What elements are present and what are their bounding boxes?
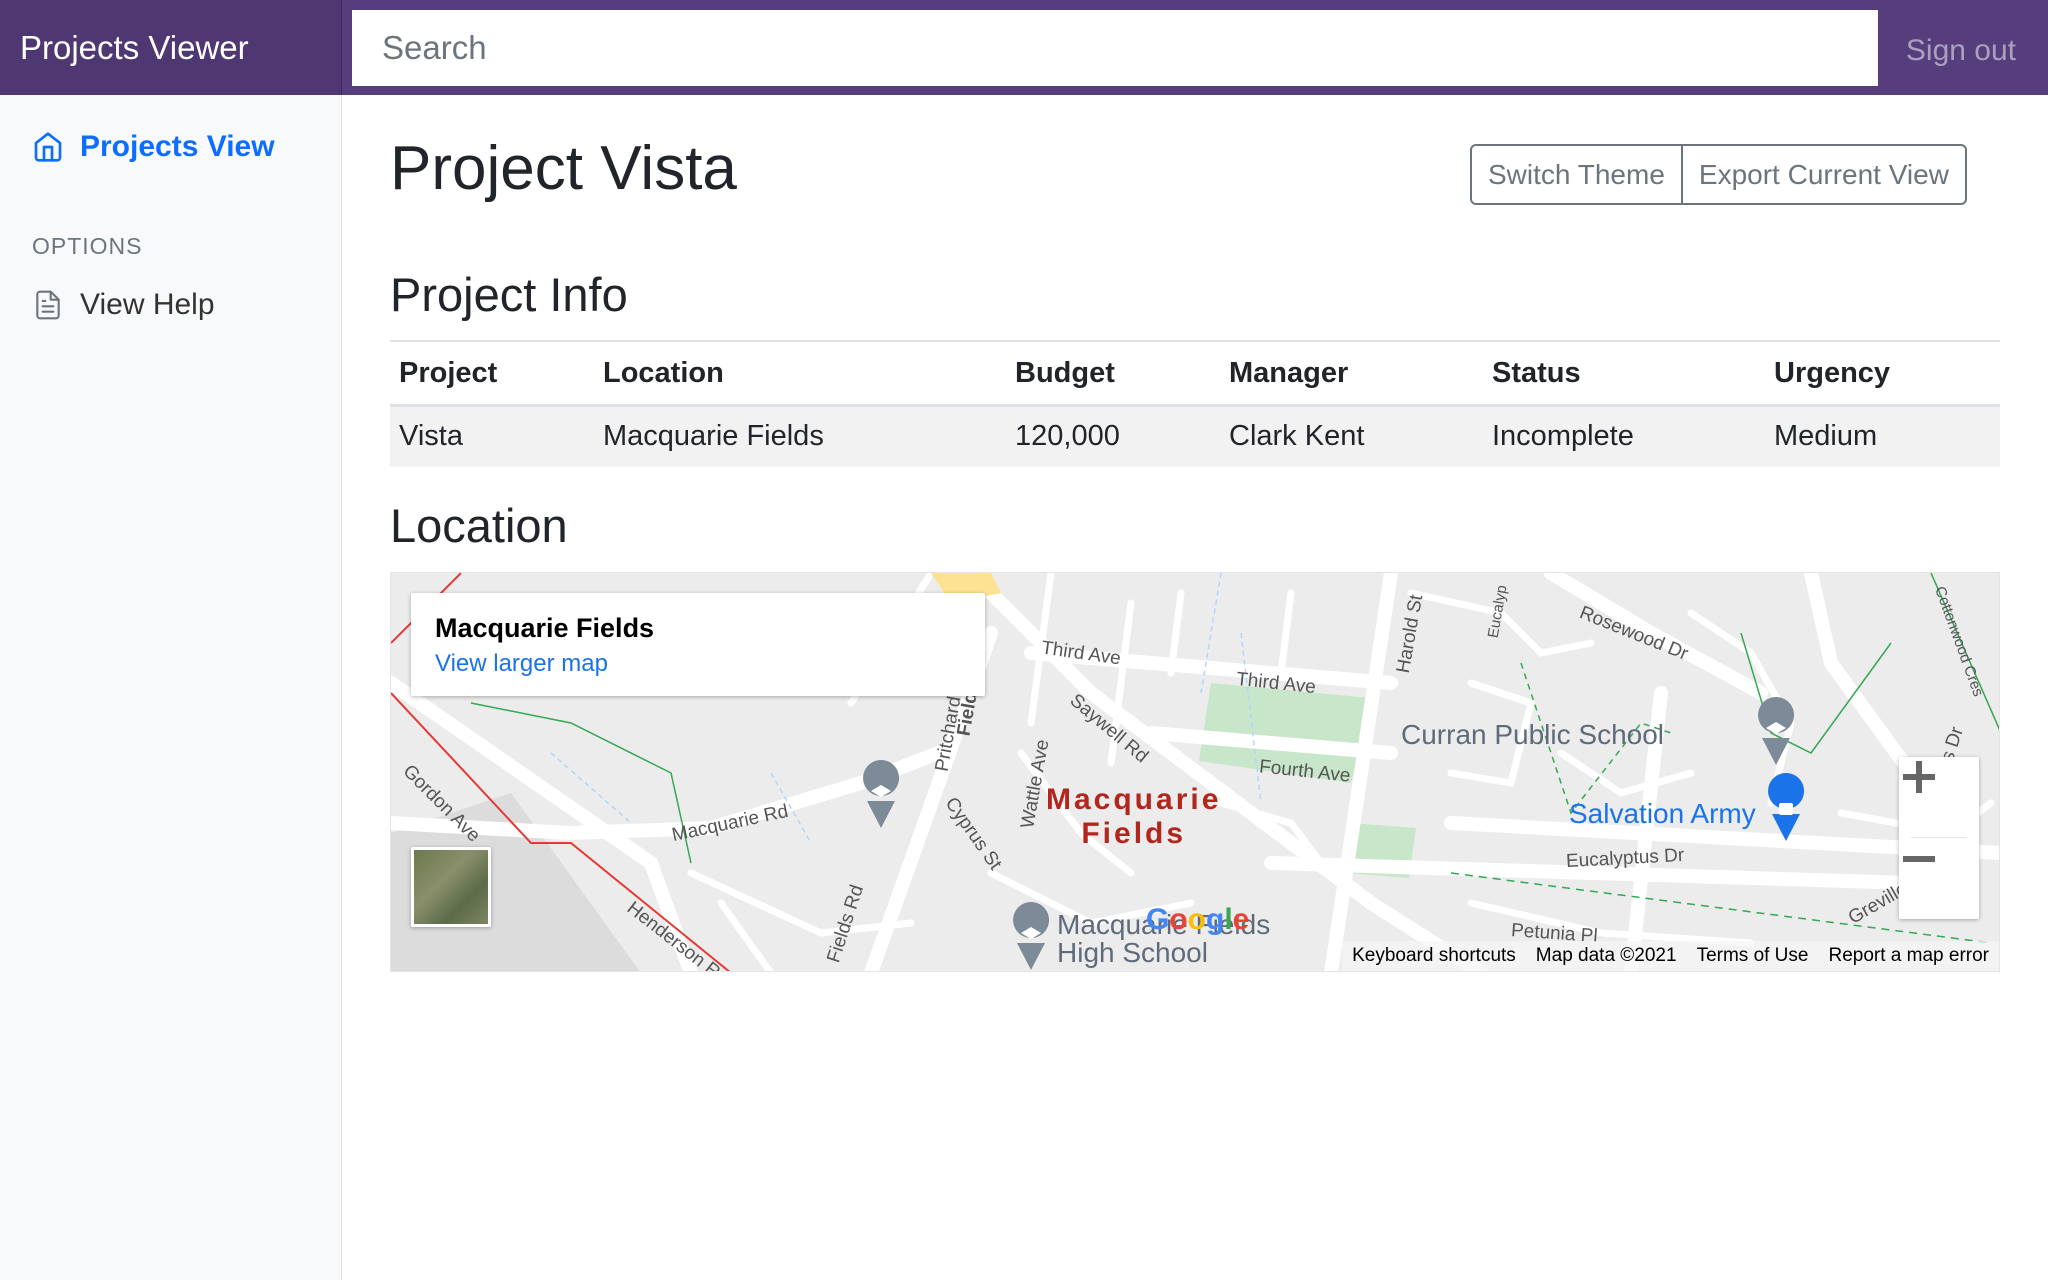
map-place-title: Macquarie Fields [435,613,655,643]
sidebar-item-label: View Help [80,288,215,321]
divider [1911,837,1967,838]
keyboard-shortcuts-link[interactable]: Keyboard shortcuts [1342,945,1526,967]
zoom-in-button[interactable] [1899,757,1979,837]
table-cell: Vista [390,405,594,467]
zoom-out-button[interactable] [1899,839,1979,919]
embedded-map[interactable]: Third Ave Third Ave Fourth Ave Saywell R… [390,572,2000,972]
suburb-label-line: Fields [1081,817,1187,850]
column-header: Budget [1006,343,1220,407]
column-header: Status [1483,343,1765,407]
table-cell: Clark Kent [1220,405,1483,467]
map-attribution-bar: Keyboard shortcuts Map data ©2021 Terms … [1342,941,1999,971]
column-header: Project [390,343,594,407]
main-content: Project Vista Switch Theme Export Curren… [343,95,2048,1280]
zoom-controls [1899,757,1979,919]
location-heading: Location [390,499,568,552]
google-logo: Google [1146,903,1250,936]
top-navbar: Projects Viewer Sign out [0,0,2048,95]
plus-icon [1903,761,1935,793]
sidebar-item-view-help[interactable]: View Help [32,288,215,322]
satellite-toggle-thumbnail[interactable] [411,847,491,927]
sidebar-item-label: Projects View [80,130,275,163]
sidebar: Projects View OPTIONS View Help [0,95,342,1280]
table-cell: 120,000 [1006,405,1220,467]
map-info-card: Macquarie Fields View larger map [411,593,985,696]
sign-out-link[interactable]: Sign out [1906,0,2016,95]
divider [390,340,2000,342]
sidebar-item-projects-view[interactable]: Projects View [32,130,275,164]
map-data-attribution: Map data ©2021 [1535,945,1677,966]
table-cell: Medium [1765,405,2000,467]
project-info-table: Project Location Budget Manager Status U… [390,343,2000,467]
view-larger-map-link[interactable]: View larger map [435,650,961,678]
search-input[interactable] [352,10,1878,86]
column-header: Manager [1220,343,1483,407]
poi-label-salvation-army[interactable]: Salvation Army [1569,798,1756,830]
column-header: Urgency [1765,343,2000,407]
poi-label-school[interactable]: Curran Public School [1401,719,1664,751]
table-header-row: Project Location Budget Manager Status U… [390,343,2000,407]
suburb-label: Macquarie Fields [1046,783,1221,851]
export-current-view-button[interactable]: Export Current View [1682,144,1967,205]
terms-of-use-link[interactable]: Terms of Use [1687,945,1819,967]
column-header: Location [594,343,1006,407]
suburb-label-line: Macquarie [1046,783,1222,816]
minus-icon [1903,856,1935,862]
table-cell: Incomplete [1483,405,1765,467]
toolbar-button-group: Switch Theme Export Current View [1470,144,1967,205]
home-icon [32,131,64,163]
sidebar-options-heading: OPTIONS [32,233,143,259]
table-cell: Macquarie Fields [594,405,1006,467]
document-icon [32,289,64,321]
project-info-heading: Project Info [390,268,628,321]
app-brand[interactable]: Projects Viewer [0,0,342,95]
table-row: Vista Macquarie Fields 120,000 Clark Ken… [390,405,2000,467]
page-title: Project Vista [390,134,737,203]
poi-label-line: High School [1057,937,1208,968]
switch-theme-button[interactable]: Switch Theme [1470,144,1683,205]
report-map-error-link[interactable]: Report a map error [1818,945,1999,967]
